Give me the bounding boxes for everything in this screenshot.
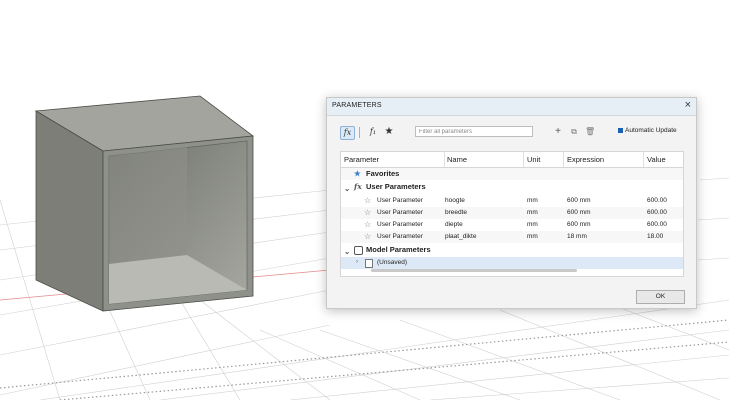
dialog-title: PARAMETERS	[332, 102, 382, 109]
cell-parameter: User Parameter	[377, 233, 423, 240]
table-header: Parameter Name Unit Expression Value	[341, 152, 683, 168]
add-parameter-icon[interactable]: +	[553, 126, 563, 138]
chevron-down-icon[interactable]: ⌄	[344, 184, 350, 193]
favorite-star-icon[interactable]: ☆	[364, 196, 371, 205]
user-parameters-group-row[interactable]: ⌄ fx User Parameters	[341, 181, 683, 193]
toolbar-divider	[359, 127, 360, 138]
column-divider[interactable]	[444, 152, 445, 167]
cell-unit[interactable]: mm	[527, 197, 538, 204]
chevron-down-icon[interactable]: ⌄	[344, 247, 350, 256]
checkbox-checked-icon	[618, 127, 623, 133]
favorite-star-icon[interactable]: ☆	[364, 208, 371, 217]
close-icon[interactable]: ×	[685, 99, 691, 111]
cell-expression[interactable]: 600 mm	[567, 197, 590, 204]
chevron-right-icon[interactable]: ›	[356, 259, 358, 265]
model-component-icon	[354, 246, 363, 257]
user-parameter-filter-icon[interactable]: f₁	[367, 126, 379, 138]
model-parameters-group-row[interactable]: ⌄ Model Parameters	[341, 244, 683, 256]
cell-expression[interactable]: 600 mm	[567, 221, 590, 228]
unsaved-document-row[interactable]: › (Unsaved)	[341, 257, 683, 269]
table-row[interactable]: ☆ User Parameter diepte mm 600 mm 600.00	[341, 219, 683, 231]
group-label: Model Parameters	[366, 245, 431, 254]
copy-parameter-icon[interactable]: ⧉	[569, 126, 579, 138]
document-label: (Unsaved)	[377, 259, 407, 266]
group-label: Favorites	[366, 169, 400, 178]
favorite-star-icon[interactable]: ☆	[364, 232, 371, 241]
cell-unit[interactable]: mm	[527, 209, 538, 216]
group-label: User Parameters	[366, 182, 426, 191]
ok-button[interactable]: OK	[636, 290, 685, 304]
cell-name[interactable]: diepte	[445, 221, 463, 228]
parameters-dialog: PARAMETERS × fx f₁ ★ + ⧉ 🗑 Automatic Upd…	[326, 97, 697, 309]
parameters-table: Parameter Name Unit Expression Value ★ F…	[340, 151, 684, 277]
fx-icon: fx	[354, 182, 362, 191]
cell-unit[interactable]: mm	[527, 233, 538, 240]
cell-expression[interactable]: 600 mm	[567, 209, 590, 216]
cell-parameter: User Parameter	[377, 197, 423, 204]
column-divider[interactable]	[643, 152, 644, 167]
box-model[interactable]	[34, 95, 255, 312]
favorite-star-icon[interactable]: ☆	[364, 220, 371, 229]
grid-tick-lines	[0, 319, 729, 400]
column-header-value[interactable]: Value	[647, 155, 666, 164]
parameters-toolbar: fx f₁ ★ + ⧉ 🗑 Automatic Update	[327, 123, 696, 141]
filter-parameters-input[interactable]	[415, 126, 533, 137]
cell-value: 600.00	[647, 221, 667, 228]
cell-parameter: User Parameter	[377, 221, 423, 228]
cell-value: 600.00	[647, 209, 667, 216]
favorites-filter-icon[interactable]: ★	[383, 126, 395, 138]
table-row[interactable]: ☆ User Parameter hoogte mm 600 mm 600.00	[341, 195, 683, 207]
cell-value: 600.00	[647, 197, 667, 204]
cell-parameter: User Parameter	[377, 209, 423, 216]
column-divider[interactable]	[563, 152, 564, 167]
column-header-unit[interactable]: Unit	[527, 155, 540, 164]
cell-name[interactable]: hoogte	[445, 197, 465, 204]
delete-parameter-icon[interactable]: 🗑	[585, 126, 595, 138]
cell-unit[interactable]: mm	[527, 221, 538, 228]
column-header-parameter[interactable]: Parameter	[344, 155, 379, 164]
dialog-title-bar: PARAMETERS ×	[327, 98, 696, 116]
table-row[interactable]: ☆ User Parameter plaat_dikte mm 18 mm 18…	[341, 231, 683, 243]
column-header-expression[interactable]: Expression	[567, 155, 604, 164]
cell-expression[interactable]: 18 mm	[567, 233, 587, 240]
automatic-update-checkbox[interactable]: Automatic Update	[618, 127, 677, 134]
cell-name[interactable]: plaat_dikte	[445, 233, 476, 240]
favorites-group-row[interactable]: ★ Favorites	[341, 168, 683, 180]
column-header-name[interactable]: Name	[447, 155, 467, 164]
column-divider[interactable]	[523, 152, 524, 167]
table-row[interactable]: ☆ User Parameter breedte mm 600 mm 600.0…	[341, 207, 683, 219]
automatic-update-label: Automatic Update	[625, 127, 677, 134]
fx-filter-icon[interactable]: fx	[340, 126, 355, 140]
horizontal-scrollbar[interactable]	[371, 269, 577, 272]
star-filled-icon: ★	[354, 169, 361, 178]
cell-value: 18.00	[647, 233, 664, 240]
cell-name[interactable]: breedte	[445, 209, 467, 216]
